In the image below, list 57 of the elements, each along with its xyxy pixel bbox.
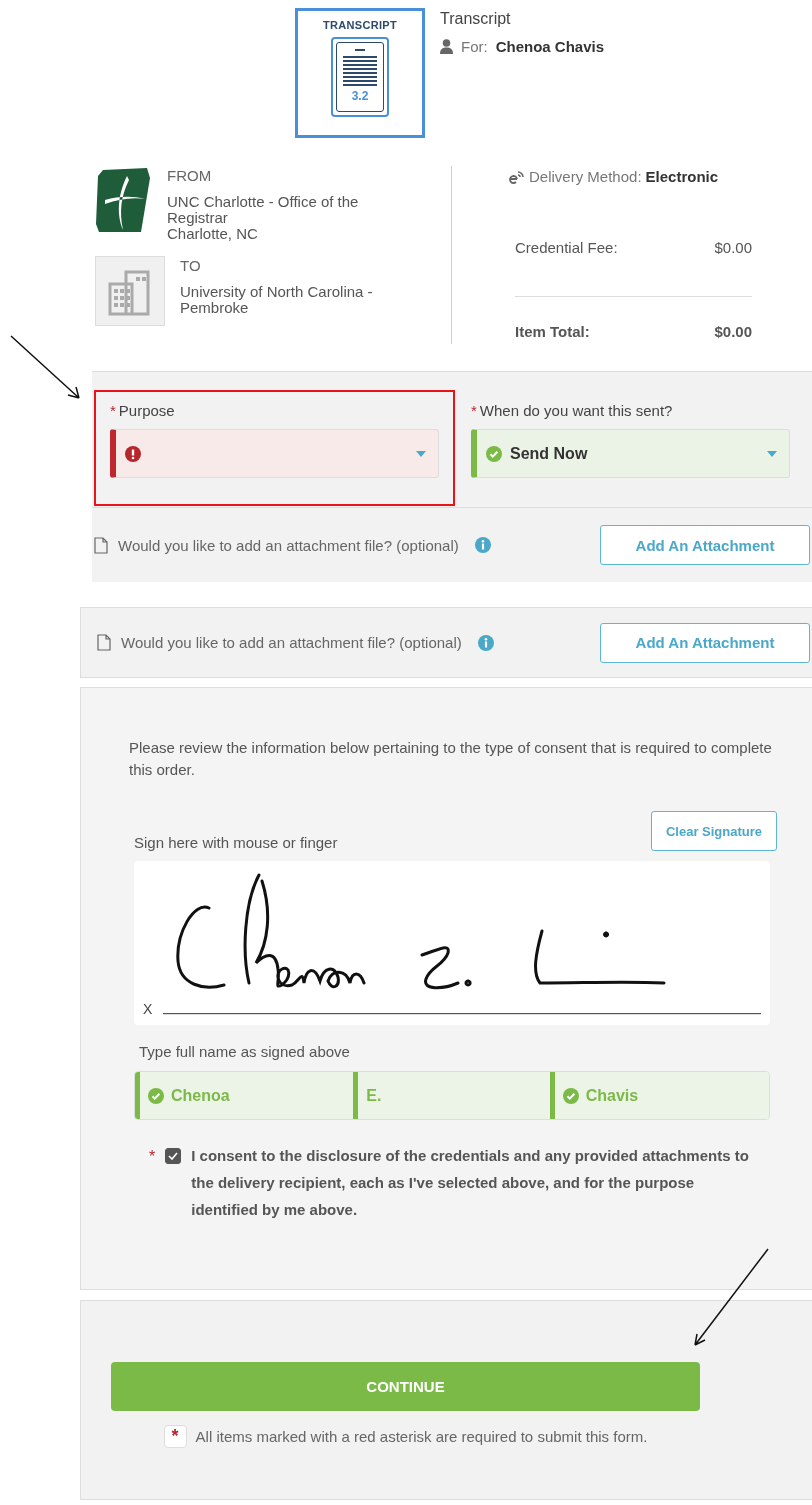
- info-icon[interactable]: [477, 634, 494, 651]
- required-asterisk: *: [163, 1425, 187, 1448]
- consent-text: I consent to the disclosure of the credentials and any provided attachments to the delivery recipient, each as I've selected above, and for the purpose identified by me above.: [191, 1146, 750, 1220]
- for-label: For:: [461, 38, 488, 55]
- university-logo: [95, 166, 151, 234]
- signature-x-mark: X: [143, 1001, 153, 1017]
- required-asterisk: *: [110, 402, 116, 419]
- check-icon: [562, 1087, 579, 1104]
- sign-label: Sign here with mouse or finger: [134, 834, 338, 851]
- select-field[interactable]: [110, 429, 439, 478]
- attachment-question: Would you like to add an attachment file? (optional): [118, 536, 459, 554]
- field-label: When do you want this sent?: [479, 402, 673, 419]
- annotation-arrow: [10, 335, 82, 401]
- fee-value: $0.00: [714, 239, 752, 256]
- badge-title: TRANSCRIPT: [323, 19, 397, 31]
- fee-value: $0.00: [714, 323, 752, 340]
- caret-icon: [416, 450, 426, 457]
- field-label: Purpose: [118, 402, 175, 419]
- name-label: Type full name as signed above: [139, 1043, 351, 1060]
- add-attachment-button[interactable]: Add An Attachment: [600, 622, 810, 663]
- to-label: TO: [180, 258, 202, 274]
- info-icon[interactable]: [474, 537, 491, 553]
- sender-name: UNC Charlotte - Office of the Registrar Charlotte, NC: [167, 194, 360, 242]
- clear-signature-button[interactable]: Clear Signature: [651, 811, 777, 851]
- name-field[interactable]: Chavis: [549, 1072, 769, 1119]
- file-icon: [94, 536, 108, 554]
- error-icon: [125, 445, 141, 462]
- attachment-question: Would you like to add an attachment file? (optional): [121, 634, 462, 651]
- required-asterisk: *: [471, 402, 477, 419]
- required-asterisk: *: [149, 1148, 156, 1166]
- document-lines-icon: [342, 49, 378, 87]
- person-icon: [440, 39, 453, 54]
- e-delivery-icon: [509, 168, 525, 185]
- check-icon: [486, 445, 502, 462]
- add-attachment-button[interactable]: Add An Attachment: [600, 525, 810, 565]
- consent-intro: Please review the information below pertaining to the type of consent that is required to complete this order.: [129, 738, 773, 780]
- check-mark-icon: [168, 1152, 179, 1160]
- caret-icon: [767, 450, 777, 457]
- name-field[interactable]: E.: [353, 1072, 550, 1119]
- recipient-name: Chenoa Chavis: [495, 38, 605, 55]
- consent-checkbox[interactable]: [165, 1148, 182, 1164]
- delivery-value: Electronic: [645, 168, 719, 185]
- fee-label: Credential Fee:: [515, 239, 618, 256]
- badge-version: 3.2: [351, 89, 369, 103]
- signature-pad[interactable]: X: [134, 861, 770, 1025]
- from-label: FROM: [167, 168, 213, 184]
- fee-label: Item Total:: [515, 323, 590, 340]
- delivery-label: Delivery Method:: [529, 168, 642, 185]
- required-note: All items marked with a red asterisk are required to submit this form.: [195, 1428, 648, 1445]
- building-icon: [95, 256, 165, 326]
- select-field[interactable]: Send Now: [471, 429, 790, 478]
- continue-button[interactable]: CONTINUE: [111, 1362, 700, 1411]
- recipient-institution: University of North Carolina - Pembroke: [180, 284, 374, 316]
- name-field[interactable]: Chenoa: [135, 1072, 354, 1119]
- product-title: Transcript: [440, 10, 512, 28]
- file-icon: [97, 634, 111, 651]
- check-icon: [148, 1087, 164, 1104]
